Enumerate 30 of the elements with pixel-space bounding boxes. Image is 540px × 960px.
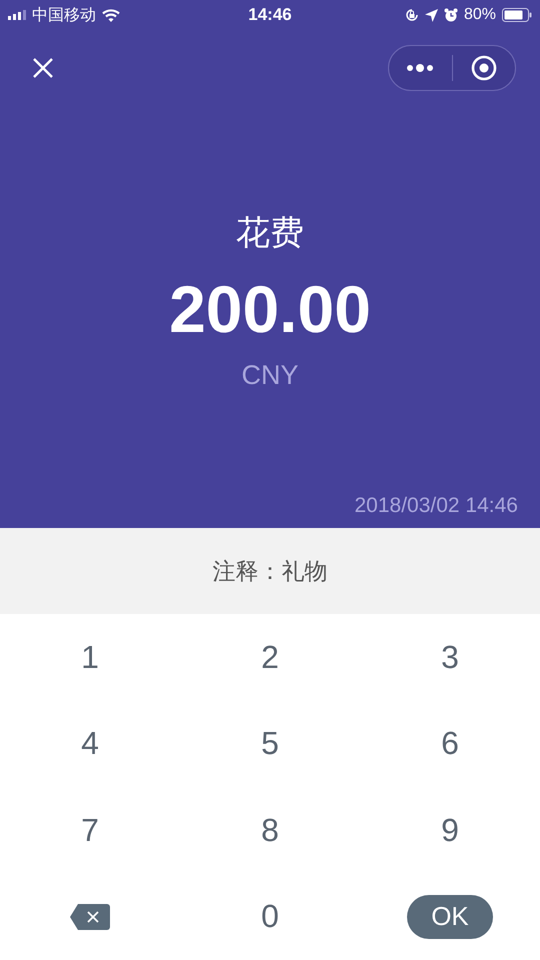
digit-key[interactable]: 5 bbox=[249, 721, 291, 766]
digit-key[interactable]: 2 bbox=[249, 634, 291, 680]
alarm-clock-icon bbox=[444, 8, 458, 22]
backspace-button[interactable] bbox=[70, 904, 110, 930]
digit-key[interactable]: 7 bbox=[69, 808, 111, 853]
more-dots-icon bbox=[406, 63, 434, 73]
digit-key[interactable]: 9 bbox=[429, 808, 471, 853]
digit-key[interactable]: 1 bbox=[69, 634, 111, 680]
digit-key[interactable]: 3 bbox=[429, 634, 471, 680]
digit-key[interactable]: 0 bbox=[249, 894, 291, 940]
backspace-icon bbox=[70, 904, 110, 930]
battery-icon bbox=[502, 8, 532, 22]
rotation-lock-icon bbox=[404, 8, 419, 22]
status-time: 14:46 bbox=[248, 5, 292, 25]
category-label: 花费 bbox=[236, 213, 304, 254]
amount-value: 200.00 bbox=[169, 276, 371, 342]
ok-button[interactable]: OK bbox=[407, 894, 493, 939]
location-arrow-icon bbox=[424, 8, 438, 22]
close-icon bbox=[32, 57, 54, 79]
signal-icon bbox=[8, 10, 26, 20]
date-time: 2018/03/02 14:46 bbox=[354, 494, 519, 519]
note-text: 注释：礼物 bbox=[212, 556, 328, 586]
carrier-name: 中国移动 bbox=[32, 6, 96, 26]
digit-key[interactable]: 4 bbox=[69, 721, 111, 766]
digit-key[interactable]: 8 bbox=[249, 808, 291, 853]
battery-percentage: 80% bbox=[464, 6, 496, 24]
currency-label: CNY bbox=[241, 360, 298, 391]
digit-key[interactable]: 6 bbox=[429, 721, 471, 766]
wifi-icon bbox=[102, 8, 120, 22]
target-circle-icon bbox=[470, 55, 497, 81]
